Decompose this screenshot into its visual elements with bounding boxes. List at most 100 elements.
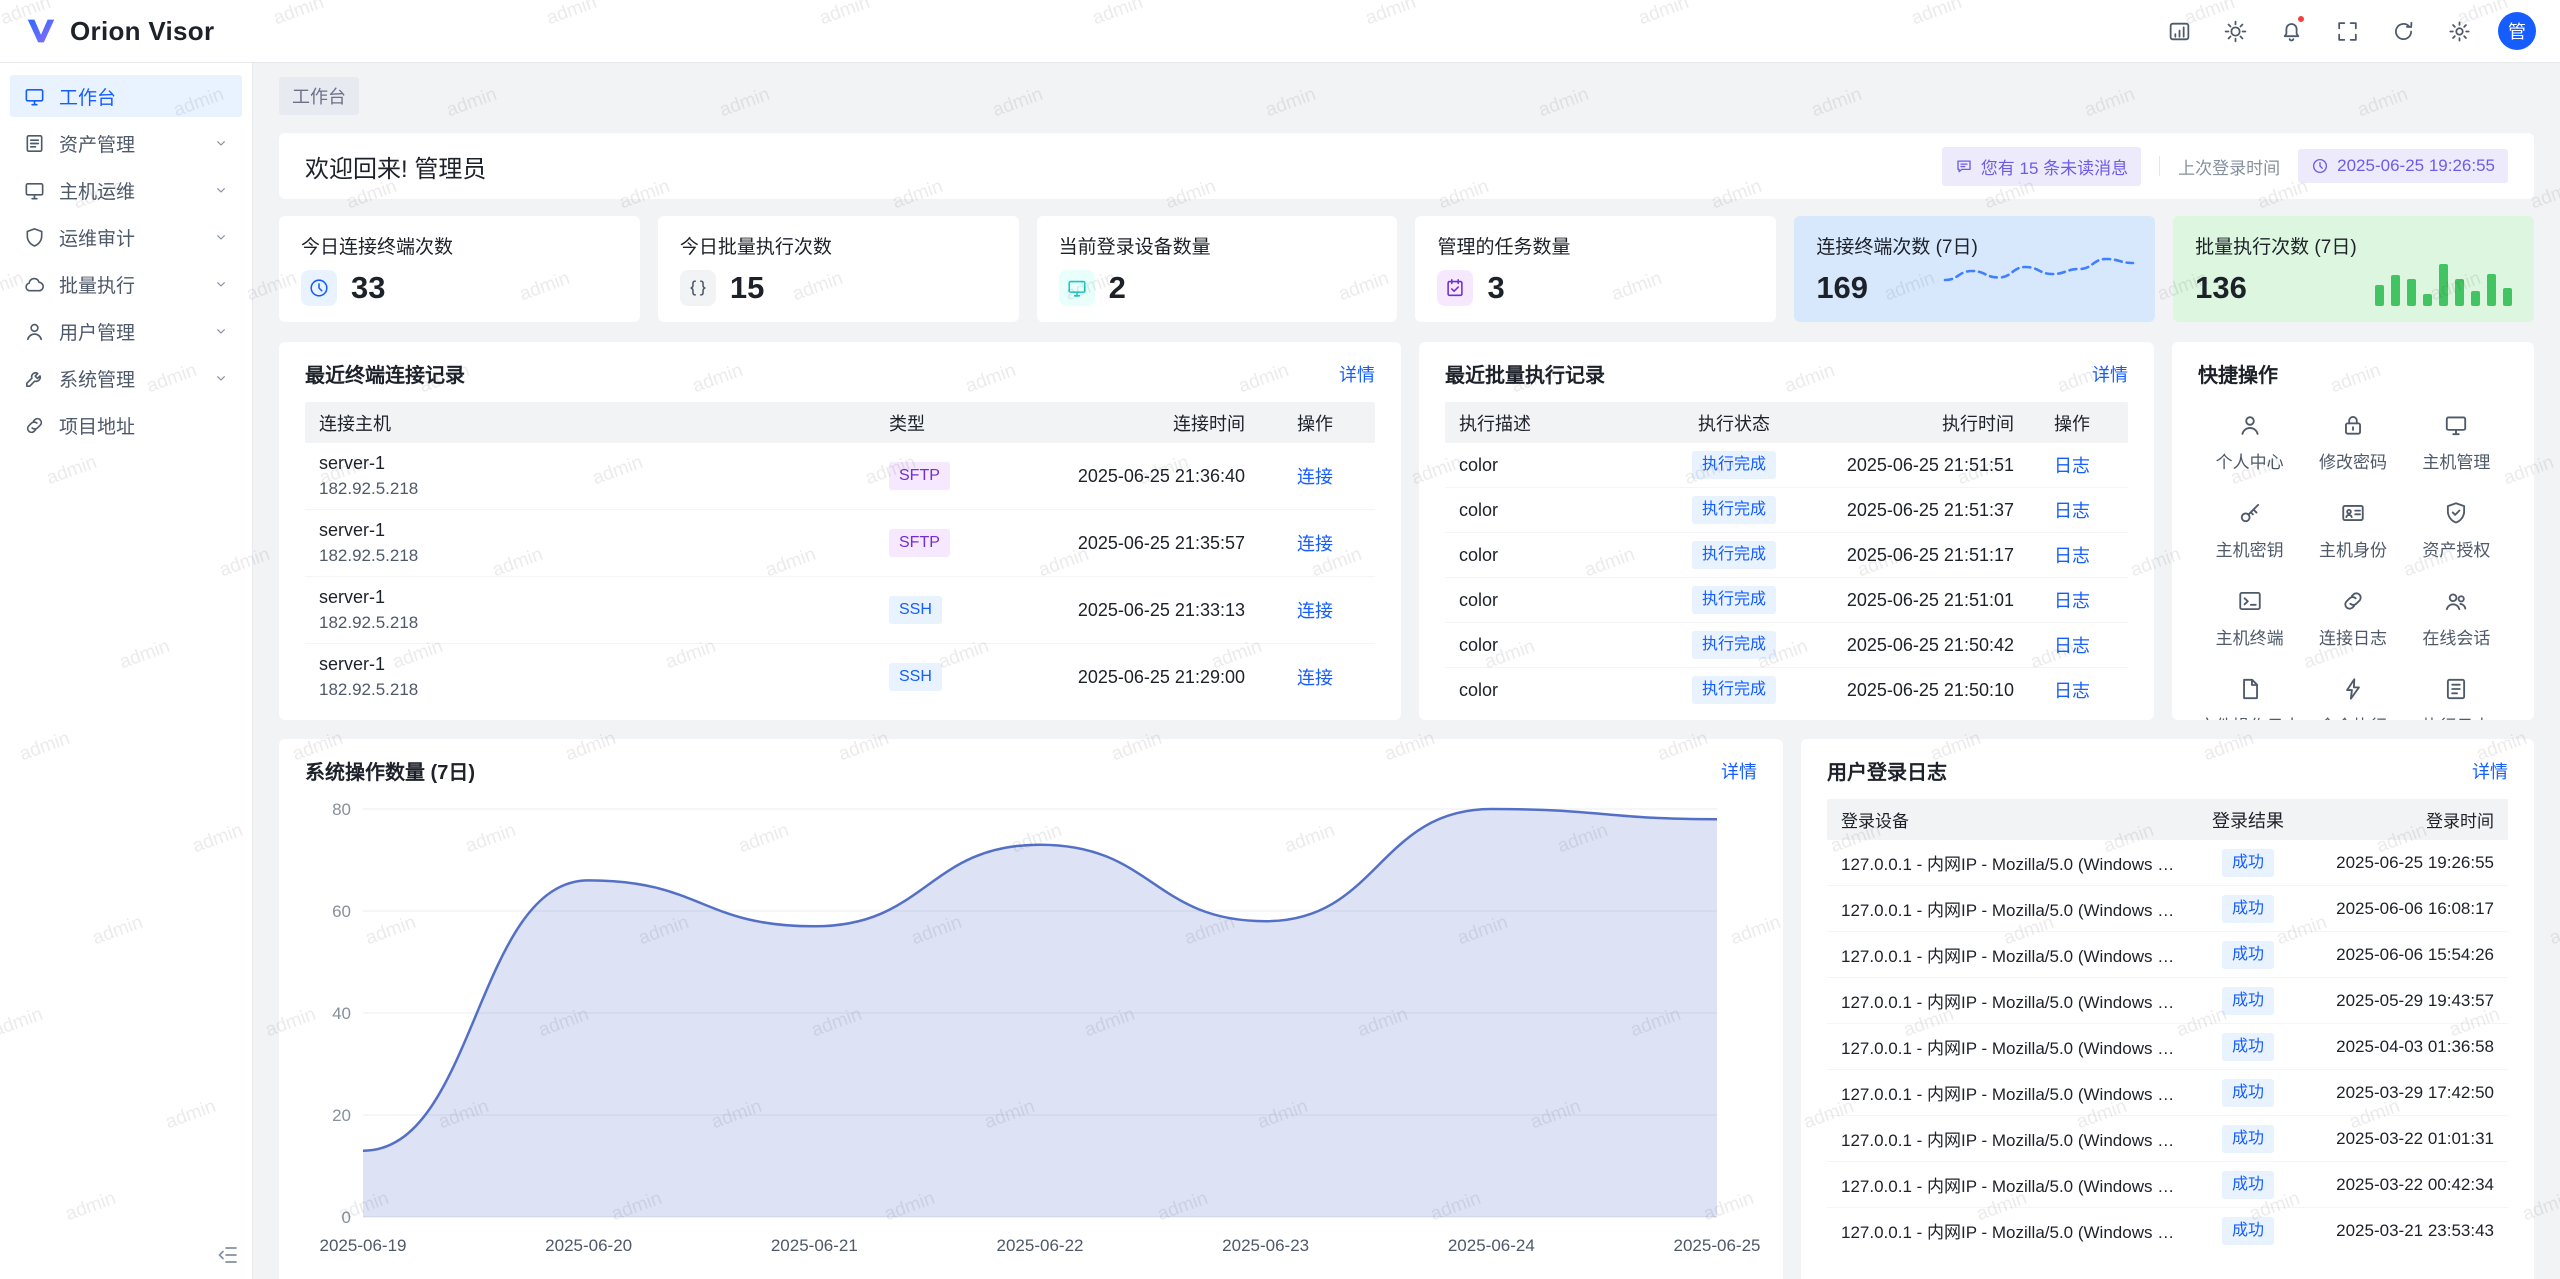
quick-action-doc-list[interactable]: 执行日志 xyxy=(2405,676,2508,720)
quick-actions-grid: 个人中心修改密码主机管理主机密钥主机身份资产授权主机终端连接日志在线会话文件操作… xyxy=(2198,412,2508,720)
quick-action-users[interactable]: 在线会话 xyxy=(2405,588,2508,649)
refresh-icon[interactable] xyxy=(2386,14,2420,48)
fullscreen-icon[interactable] xyxy=(2330,14,2364,48)
login-device-cell: 127.0.0.1 - 内网IP - Mozilla/5.0 (Windows … xyxy=(1841,942,2200,967)
tool-icon xyxy=(23,367,46,390)
theme-icon[interactable] xyxy=(2218,14,2252,48)
exec-status-tag: 执行完成 xyxy=(1692,586,1776,614)
sidebar-item-project[interactable]: 项目地址 xyxy=(10,404,242,446)
breadcrumb[interactable]: 工作台 xyxy=(279,77,359,115)
notifications-icon[interactable] xyxy=(2274,14,2308,48)
quick-action-label: 个人中心 xyxy=(2216,448,2284,473)
quick-action-terminal[interactable]: 主机终端 xyxy=(2198,588,2301,649)
quick-action-link[interactable]: 连接日志 xyxy=(2301,588,2404,649)
svg-text:2025-06-19: 2025-06-19 xyxy=(320,1236,407,1255)
terminal-table-header: 连接主机 类型 连接时间 操作 xyxy=(305,402,1375,443)
quick-action-shield-check[interactable]: 资产授权 xyxy=(2405,500,2508,561)
quick-action-label: 连接日志 xyxy=(2319,624,2387,649)
ops-chart-svg: 0204060802025-06-192025-06-202025-06-212… xyxy=(305,795,1757,1263)
log-link[interactable]: 日志 xyxy=(2054,591,2090,611)
log-link[interactable]: 日志 xyxy=(2054,636,2090,656)
user-icon xyxy=(23,320,46,343)
log-link[interactable]: 日志 xyxy=(2054,681,2090,701)
collapse-sidebar-icon[interactable] xyxy=(216,1243,240,1267)
connect-link[interactable]: 连接 xyxy=(1297,668,1333,688)
protocol-tag: SSH xyxy=(889,596,942,624)
login-log-row: 127.0.0.1 - 内网IP - Mozilla/5.0 (Windows … xyxy=(1827,1162,2508,1208)
connect-link[interactable]: 连接 xyxy=(1297,467,1333,487)
ops-chart-detail-link[interactable]: 详情 xyxy=(1721,758,1757,784)
connect-time-cell: 2025-06-25 21:33:13 xyxy=(985,600,1245,621)
settings-icon[interactable] xyxy=(2442,14,2476,48)
app-name: Orion Visor xyxy=(70,16,214,47)
login-logs-panel: 用户登录日志 详情 登录设备 登录结果 登录时间 127.0.0.1 - 内网I… xyxy=(1801,739,2534,1279)
login-time-cell: 2025-04-03 01:36:58 xyxy=(2296,1037,2494,1057)
welcome-title: 欢迎回来! 管理员 xyxy=(305,149,486,184)
protocol-tag: SFTP xyxy=(889,462,950,490)
action-cell: 日志 xyxy=(2054,587,2114,613)
action-cell: 日志 xyxy=(2054,452,2114,478)
exec-status-cell: 执行完成 xyxy=(1659,496,1809,524)
host-cell: server-1182.92.5.218 xyxy=(319,587,889,633)
sidebar-item-assets[interactable]: 资产管理 xyxy=(10,122,242,164)
host-ip: 182.92.5.218 xyxy=(319,479,889,499)
login-result-tag: 成功 xyxy=(2222,941,2274,969)
connect-link[interactable]: 连接 xyxy=(1297,534,1333,554)
quick-action-user[interactable]: 个人中心 xyxy=(2198,412,2301,473)
action-cell: 日志 xyxy=(2054,542,2114,568)
batch-records-detail-link[interactable]: 详情 xyxy=(2092,361,2128,387)
console-icon[interactable] xyxy=(2162,14,2196,48)
column-header: 执行时间 xyxy=(1809,410,2014,436)
stat-card-today-terminal: 今日连接终端次数33 xyxy=(279,216,640,322)
user-avatar[interactable]: 管 xyxy=(2498,12,2536,50)
protocol-cell: SFTP xyxy=(889,529,985,557)
batch-records-body: color执行完成2025-06-25 21:51:51日志 color执行完成2… xyxy=(1445,443,2128,712)
stat-title: 当前登录设备数量 xyxy=(1059,232,1376,259)
terminal-records-detail-link[interactable]: 详情 xyxy=(1339,361,1375,387)
sidebar-item-batch[interactable]: 批量执行 xyxy=(10,263,242,305)
stat-title: 今日批量执行次数 xyxy=(680,232,997,259)
host-cell: server-1182.92.5.218 xyxy=(319,453,889,499)
log-link[interactable]: 日志 xyxy=(2054,546,2090,566)
log-link[interactable]: 日志 xyxy=(2054,501,2090,521)
login-log-row: 127.0.0.1 - 内网IP - Mozilla/5.0 (Windows … xyxy=(1827,840,2508,886)
quick-action-label: 主机身份 xyxy=(2319,536,2387,561)
link-icon xyxy=(2340,588,2366,614)
quick-action-desktop[interactable]: 主机管理 xyxy=(2405,412,2508,473)
sidebar-item-host-ops[interactable]: 主机运维 xyxy=(10,169,242,211)
action-cell: 日志 xyxy=(2054,497,2114,523)
stat-value: 3 xyxy=(1487,270,1504,306)
quick-action-bolt[interactable]: 命令执行 xyxy=(2301,676,2404,720)
sidebar-item-users[interactable]: 用户管理 xyxy=(10,310,242,352)
batch-record-row: color执行完成2025-06-25 21:51:51日志 xyxy=(1445,443,2128,488)
quick-action-lock[interactable]: 修改密码 xyxy=(2301,412,2404,473)
login-time-cell: 2025-03-22 00:42:34 xyxy=(2296,1175,2494,1195)
chevron-down-icon xyxy=(213,370,229,386)
terminal-record-row: server-1182.92.5.218SSH 2025-06-25 21:33:… xyxy=(305,577,1375,644)
svg-text:40: 40 xyxy=(332,1004,351,1023)
action-cell: 日志 xyxy=(2054,632,2114,658)
log-link[interactable]: 日志 xyxy=(2054,456,2090,476)
sidebar-item-system[interactable]: 系统管理 xyxy=(10,357,242,399)
sidebar-item-workbench[interactable]: 工作台 xyxy=(10,75,242,117)
quick-action-label: 主机管理 xyxy=(2422,448,2490,473)
quick-action-idcard[interactable]: 主机身份 xyxy=(2301,500,2404,561)
quick-action-file[interactable]: 文件操作日志 xyxy=(2198,676,2301,720)
sidebar-menu: 工作台资产管理主机运维运维审计批量执行用户管理系统管理项目地址 xyxy=(10,75,242,446)
login-time-cell: 2025-03-22 01:01:31 xyxy=(2296,1129,2494,1149)
batch-record-row: color执行完成2025-06-25 21:51:17日志 xyxy=(1445,533,2128,578)
stat-card-login-devices: 当前登录设备数量2 xyxy=(1037,216,1398,322)
host-name: server-1 xyxy=(319,654,889,675)
exec-status-tag: 执行完成 xyxy=(1692,676,1776,704)
header-actions: 管 xyxy=(2162,12,2536,50)
connect-link[interactable]: 连接 xyxy=(1297,601,1333,621)
sidebar-item-audit[interactable]: 运维审计 xyxy=(10,216,242,258)
unread-messages-chip[interactable]: 您有 15 条未读消息 xyxy=(1942,147,2141,186)
login-device-cell: 127.0.0.1 - 内网IP - Mozilla/5.0 (Windows … xyxy=(1841,896,2200,921)
divider xyxy=(2159,156,2160,176)
quick-action-key[interactable]: 主机密钥 xyxy=(2198,500,2301,561)
exec-time-cell: 2025-06-25 21:50:42 xyxy=(1809,635,2014,656)
login-log-row: 127.0.0.1 - 内网IP - Mozilla/5.0 (Windows … xyxy=(1827,886,2508,932)
batch-record-row: color执行完成2025-06-25 21:51:01日志 xyxy=(1445,578,2128,623)
login-logs-detail-link[interactable]: 详情 xyxy=(2472,758,2508,784)
